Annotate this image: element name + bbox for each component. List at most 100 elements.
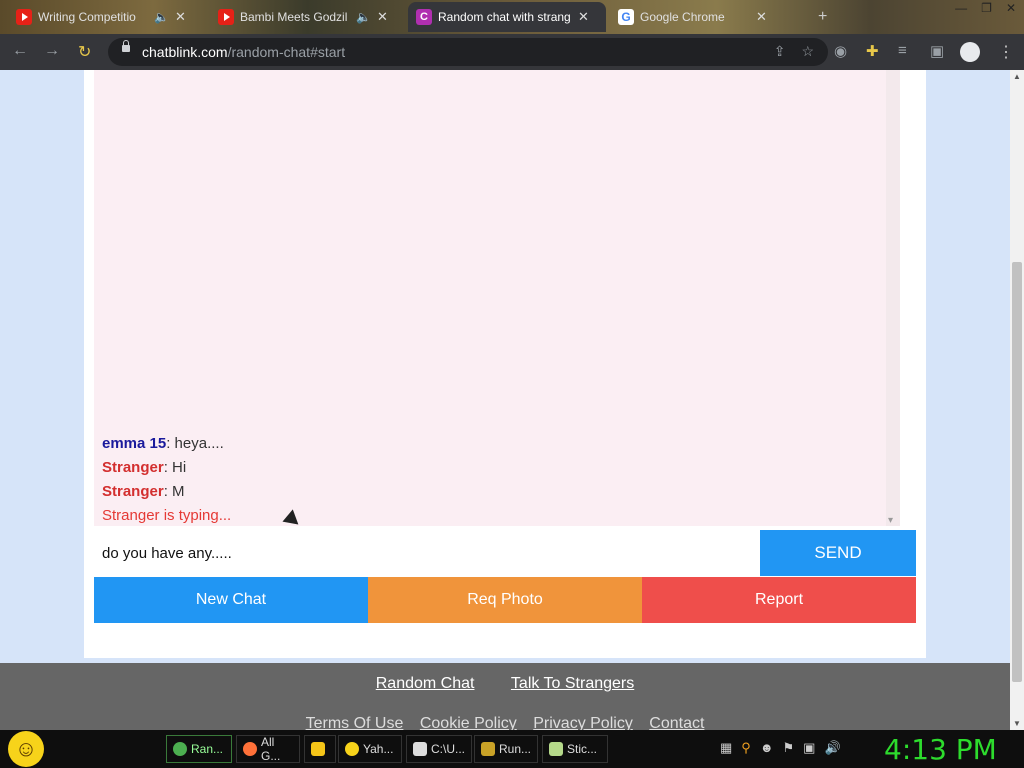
url-path: /random-chat#start [227, 44, 346, 60]
taskbar-label: Ran... [191, 742, 224, 756]
forward-icon[interactable]: → [44, 42, 60, 60]
taskbar-item-yahoo[interactable]: Yah... [338, 735, 402, 763]
taskbar-item-firefox[interactable]: All G... [236, 735, 300, 763]
taskbar-label: Stic... [567, 742, 598, 756]
page-scrollbar[interactable]: ▲ ▼ [1010, 70, 1024, 730]
tab-title: Google Chrome [640, 10, 725, 24]
talk-to-strangers-link[interactable]: Talk To Strangers [511, 675, 634, 692]
close-tab-icon[interactable]: ✕ [377, 9, 388, 25]
terms-of-use-link[interactable]: Terms Of Use [306, 715, 404, 730]
contact-link[interactable]: Contact [649, 715, 704, 730]
message-text: : M [163, 483, 185, 500]
sender-name: Stranger [102, 483, 164, 500]
system-tray: ▦ ⚲ ☻ ⚑ ▣ 🔊 [720, 740, 841, 756]
share-icon[interactable]: ⇪ [774, 43, 786, 60]
site-footer: Random Chat Talk To Strangers Terms Of U… [0, 663, 1010, 730]
taskbar-item-explorer[interactable]: C:\U... [406, 735, 472, 763]
cookie-policy-link[interactable]: Cookie Policy [420, 715, 517, 730]
browser-toolbar: ← → ↻ chatblink.com/random-chat#start ⇪ … [0, 34, 1024, 70]
window-controls: — ❐ ✕ [955, 0, 1016, 16]
privacy-policy-link[interactable]: Privacy Policy [533, 715, 633, 730]
new-tab-icon[interactable]: + [818, 8, 827, 26]
tab-youtube-1[interactable]: Writing Competitio 🔈 ✕ [8, 2, 204, 32]
message-input-row: SEND [94, 530, 916, 576]
reload-icon[interactable]: ↻ [78, 42, 91, 62]
url-host: chatblink.com [142, 44, 228, 60]
send-button[interactable]: SEND [760, 530, 916, 576]
yahoo-smiley-icon [345, 742, 359, 756]
chat-log: emma 15: heya.... Stranger: Hi Stranger:… [94, 70, 900, 526]
folder-icon [311, 742, 325, 756]
scrollbar-thumb[interactable] [1012, 262, 1022, 682]
speaker-icon: 🔈 [356, 10, 371, 24]
scroll-down-icon[interactable]: ▼ [1013, 719, 1021, 728]
random-chat-link[interactable]: Random Chat [376, 675, 475, 692]
back-icon[interactable]: ← [12, 42, 28, 60]
taskbar-item-folder[interactable] [304, 735, 336, 763]
chat-scrollbar[interactable] [886, 70, 900, 526]
volume-icon[interactable]: 🔊 [824, 740, 840, 756]
taskbar-clock: 4:13 PM [884, 733, 997, 766]
taskbar-item-chrome[interactable]: Ran... [166, 735, 232, 763]
youtube-icon [16, 9, 32, 25]
message-list: emma 15: heya.... Stranger: Hi Stranger:… [102, 432, 231, 528]
flag-icon[interactable]: ⚑ [783, 740, 795, 756]
maximize-icon[interactable]: ❐ [981, 0, 992, 16]
chat-message: Stranger: Hi [102, 456, 231, 480]
tab-title: Bambi Meets Godzil [240, 10, 348, 24]
message-text: : Hi [163, 459, 187, 476]
report-button[interactable]: Report [642, 577, 916, 623]
taskbar-item-sticky[interactable]: Stic... [542, 735, 608, 763]
close-tab-icon[interactable]: ✕ [175, 9, 186, 25]
tray-app-icon[interactable]: ▦ [720, 740, 732, 756]
tab-google[interactable]: G Google Chrome ✕ [610, 2, 806, 32]
browser-menu-icon[interactable]: ⋮ [998, 42, 1014, 62]
tab-title: Writing Competitio [38, 10, 136, 24]
search-icon[interactable]: ⚲ [741, 740, 751, 756]
taskbar-label: C:\U... [431, 742, 466, 756]
tab-title: Random chat with strang [438, 10, 571, 24]
minimize-icon[interactable]: — [955, 0, 967, 16]
tab-youtube-2[interactable]: Bambi Meets Godzil 🔈 ✕ [210, 2, 406, 32]
chat-message: Stranger: M [102, 480, 231, 504]
taskbar-item-run[interactable]: Run... [474, 735, 538, 763]
start-smiley-icon[interactable]: ☺ [8, 731, 44, 767]
lock-icon [122, 40, 130, 52]
web-page: emma 15: heya.... Stranger: Hi Stranger:… [0, 70, 1010, 730]
run-icon [481, 742, 495, 756]
close-tab-icon[interactable]: ✕ [756, 9, 767, 25]
chat-message: emma 15: heya.... [102, 432, 231, 456]
profile-avatar-icon[interactable] [960, 42, 980, 62]
bookmark-star-icon[interactable]: ☆ [801, 43, 814, 60]
sticky-notes-icon [549, 742, 563, 756]
tab-chatblink[interactable]: C Random chat with strang ✕ [408, 2, 606, 32]
speaker-icon: 🔈 [154, 10, 169, 24]
footer-primary-links: Random Chat Talk To Strangers [0, 675, 1010, 693]
network-icon[interactable]: ▣ [803, 740, 815, 756]
sender-name: Stranger [102, 459, 164, 476]
puzzle-extensions-icon[interactable]: ✚ [866, 42, 879, 60]
google-icon: G [618, 9, 634, 25]
chat-card: emma 15: heya.... Stranger: Hi Stranger:… [84, 70, 926, 658]
sender-name: emma 15 [102, 435, 167, 452]
firefox-icon [243, 742, 257, 756]
media-control-icon[interactable]: ≡ [898, 42, 907, 59]
chatblink-icon: C [416, 9, 432, 25]
req-photo-button[interactable]: Req Photo [368, 577, 642, 623]
message-input[interactable] [94, 530, 760, 576]
side-panel-icon[interactable]: ▣ [930, 42, 944, 60]
filezilla-icon [413, 742, 427, 756]
new-chat-button[interactable]: New Chat [94, 577, 368, 623]
footer-secondary-links: Terms Of Use Cookie Policy Privacy Polic… [0, 715, 1010, 730]
address-bar[interactable]: chatblink.com/random-chat#start ⇪ ☆ [108, 38, 828, 66]
scroll-up-icon[interactable]: ▲ [1013, 72, 1021, 81]
extension-flag-icon[interactable]: ◉ [834, 42, 847, 60]
typing-indicator: Stranger is typing... [102, 507, 232, 524]
close-window-icon[interactable]: ✕ [1006, 0, 1016, 16]
os-taskbar: ☺ Ran... All G... Yah... C:\U... Run... … [0, 730, 1024, 768]
url-text: chatblink.com/random-chat#start [142, 44, 345, 60]
chrome-icon [173, 742, 187, 756]
chat-actions: New Chat Req Photo Report [94, 577, 916, 623]
close-tab-icon[interactable]: ✕ [578, 9, 589, 25]
messenger-icon[interactable]: ☻ [760, 740, 774, 756]
